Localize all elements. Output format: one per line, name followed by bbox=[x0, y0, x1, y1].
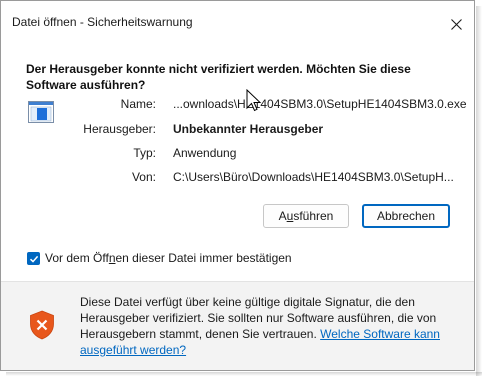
close-button[interactable] bbox=[441, 11, 471, 37]
publisher-value: Unbekannter Herausgeber bbox=[173, 122, 324, 136]
warning-heading: Der Herausgeber konnte nicht verifiziert… bbox=[26, 62, 411, 92]
name-value: ...ownloads\HE1404SBM3.0\SetupHE1404SBM3… bbox=[173, 97, 467, 111]
window-title: Datei öffnen - Sicherheitswarnung bbox=[12, 15, 193, 29]
type-label: Typ: bbox=[133, 146, 156, 160]
from-value: C:\Users\Büro\Downloads\HE1404SBM3.0\Set… bbox=[173, 170, 454, 184]
run-button[interactable]: Ausführen bbox=[263, 204, 349, 228]
run-button-label: Ausführen bbox=[278, 209, 334, 223]
checkmark-icon bbox=[29, 255, 38, 263]
publisher-label: Herausgeber: bbox=[83, 122, 156, 136]
cancel-button-label: Abbrechen bbox=[376, 209, 436, 223]
name-label: Name: bbox=[120, 97, 156, 111]
always-ask-checkbox[interactable] bbox=[27, 252, 40, 265]
close-icon bbox=[450, 18, 462, 30]
window-shadow-bottom bbox=[6, 372, 482, 376]
mouse-pointer-icon bbox=[246, 89, 262, 112]
title-bar[interactable]: Datei öffnen - Sicherheitswarnung bbox=[1, 1, 474, 45]
cancel-button[interactable]: Abbrechen bbox=[362, 204, 450, 228]
warning-message: Diese Datei verfügt über keine gültige d… bbox=[80, 294, 452, 358]
type-value: Anwendung bbox=[173, 146, 237, 160]
window-shadow-right bbox=[476, 6, 482, 376]
always-ask-label[interactable]: Vor dem Öffnen dieser Datei immer bestät… bbox=[45, 251, 292, 265]
security-warning-dialog: Datei öffnen - Sicherheitswarnung Der He… bbox=[0, 0, 475, 371]
from-label: Von: bbox=[131, 170, 156, 184]
shield-warning-icon bbox=[30, 310, 54, 340]
